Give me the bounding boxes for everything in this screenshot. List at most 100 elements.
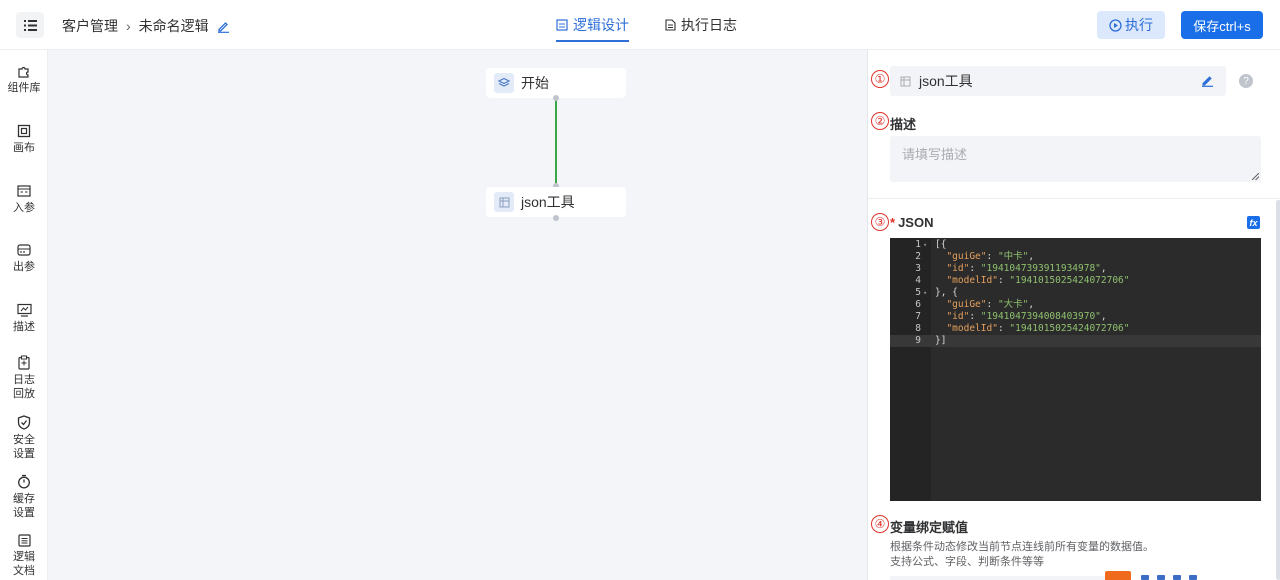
output-param-icon (17, 244, 31, 256)
json-label: * JSON (890, 215, 933, 230)
sidebar-item-description[interactable]: 描述 (0, 303, 48, 334)
fold-arrow-icon[interactable]: ▾ (923, 239, 927, 251)
run-button[interactable]: 执行 (1097, 11, 1165, 39)
sidebar-item-components[interactable]: 组件库 (0, 64, 48, 95)
panel-scrollbar[interactable] (1276, 200, 1280, 580)
binding-desc-line-1: 根据条件动态修改当前节点连线前所有变量的数据值。 (890, 541, 1154, 553)
json-key: "guiGe" (946, 299, 987, 310)
node-title-text: json工具 (919, 73, 973, 89)
clipboard-icon (18, 355, 30, 370)
chevron-right-icon: › (126, 18, 131, 34)
description-textarea[interactable]: 请填写描述 (890, 136, 1261, 182)
help-icon[interactable]: ? (1239, 74, 1253, 88)
toolbar-icon[interactable] (1173, 575, 1181, 580)
json-key: "modelId" (946, 323, 998, 334)
left-sidebar: 组件库 画布 入参 出参 描述 日志回放 安全设置 缓存设置 逻辑文档 (0, 50, 48, 580)
description-label: 描述 (890, 117, 917, 132)
floating-toolbar (1105, 571, 1205, 580)
sidebar-item-label: 出参 (13, 261, 35, 273)
start-node[interactable]: 开始 (486, 68, 626, 98)
code-text: "guiGe": "大卡", (946, 299, 1035, 310)
resize-handle-icon[interactable] (1252, 173, 1259, 180)
description-icon (16, 303, 32, 317)
line-number: 7 (915, 311, 921, 322)
node-output-port[interactable] (553, 215, 559, 221)
save-button[interactable]: 保存ctrl+s (1181, 11, 1263, 39)
json-punct: , (1100, 311, 1107, 322)
table-icon (494, 192, 514, 212)
sidebar-item-canvas[interactable]: 画布 (0, 124, 48, 155)
json-tool-node[interactable]: json工具 (486, 187, 626, 217)
json-key: "guiGe" (946, 251, 987, 262)
menu-toggle-button[interactable] (16, 12, 44, 38)
binding-input[interactable] (890, 576, 1110, 580)
sidebar-item-logic-doc[interactable]: 逻辑文档 (0, 534, 48, 578)
json-value: "大卡" (997, 299, 1029, 310)
code-line[interactable]: 6 "guiGe": "大卡", (890, 299, 1261, 311)
json-label-text: JSON (898, 215, 934, 230)
top-header: 客户管理 › 未命名逻辑 逻辑设计 执行日志 执行 保存ctrl+s (0, 0, 1280, 50)
required-mark: * (890, 215, 896, 230)
sidebar-item-output-params[interactable]: 出参 (0, 243, 48, 274)
code-line[interactable]: 9}] (890, 335, 1261, 347)
node-output-port[interactable] (553, 95, 559, 101)
sidebar-item-label: 缓存设置 (13, 493, 35, 519)
toolbar-icon[interactable] (1141, 575, 1149, 580)
breadcrumb: 客户管理 › 未命名逻辑 (62, 16, 230, 36)
sidebar-item-security[interactable]: 安全设置 (0, 415, 48, 461)
code-text: [{ (935, 239, 947, 250)
fold-arrow-icon[interactable]: ▾ (923, 287, 927, 299)
section-divider (868, 198, 1280, 199)
code-text: "modelId": "1941015025424072706" (946, 323, 1130, 334)
puzzle-icon (18, 66, 29, 78)
breadcrumb-current: 未命名逻辑 (138, 18, 209, 34)
breadcrumb-parent[interactable]: 客户管理 (62, 16, 118, 36)
line-number: 2 (915, 251, 921, 262)
json-punct: , (1100, 263, 1107, 274)
tab-execution-log[interactable]: 执行日志 (665, 0, 737, 50)
sidebar-item-input-params[interactable]: 入参 (0, 184, 48, 215)
tab-label: 执行日志 (681, 17, 737, 33)
timer-icon (18, 474, 30, 489)
canvas-icon (17, 124, 31, 138)
code-text: }] (935, 335, 947, 346)
edit-name-icon[interactable] (217, 20, 230, 33)
json-punct: , (1028, 299, 1035, 310)
code-line[interactable]: 5 ▾}, { (890, 287, 1261, 299)
node-label: 开始 (521, 75, 549, 91)
code-line[interactable]: 2 "guiGe": "中卡", (890, 251, 1261, 263)
node-title-field[interactable]: json工具 (890, 66, 1226, 96)
sidebar-item-log-replay[interactable]: 日志回放 (0, 355, 48, 401)
run-label: 执行 (1125, 17, 1153, 33)
line-number: 6 (915, 299, 921, 310)
input-param-icon (17, 185, 31, 197)
sidebar-item-label: 逻辑文档 (13, 551, 35, 577)
flow-connector[interactable] (555, 98, 557, 186)
edit-icon[interactable] (1201, 74, 1214, 87)
sidebar-item-label: 描述 (13, 321, 35, 333)
code-line[interactable]: 7 "id": "1941047394008403970", (890, 311, 1261, 323)
json-code-editor[interactable]: 1 ▾[{2 "guiGe": "中卡", 3 "id": "19410473939… (890, 238, 1261, 501)
toolbar-icon[interactable] (1189, 575, 1197, 580)
logo-icon (1105, 571, 1131, 580)
tab-logic-design[interactable]: 逻辑设计 (556, 0, 629, 50)
marker-2: ② (871, 112, 889, 130)
sidebar-item-cache[interactable]: 缓存设置 (0, 474, 48, 520)
line-number: 9 (915, 335, 921, 346)
doc-list-icon (17, 534, 31, 547)
play-circle-icon (1109, 18, 1122, 32)
toolbar-icon[interactable] (1157, 575, 1165, 580)
description-placeholder: 请填写描述 (902, 147, 968, 162)
json-value: "1941015025424072706" (1009, 323, 1130, 334)
line-number: 1 (915, 239, 921, 250)
logic-canvas[interactable]: 开始 json工具 (48, 50, 867, 580)
code-line[interactable]: 1 ▾ [{ (890, 239, 1261, 251)
code-text: "id": "1941047393911934978", (946, 263, 1107, 274)
json-key: "id" (946, 263, 970, 274)
code-line[interactable]: 3 "id": "1941047393911934978", (890, 263, 1261, 275)
line-number: 8 (915, 323, 921, 334)
formula-fx-button[interactable]: fx (1247, 216, 1260, 229)
line-number: 3 (915, 263, 921, 274)
code-line[interactable]: 8 "modelId": "1941015025424072706" (890, 323, 1261, 335)
code-line[interactable]: 4 "modelId": "1941015025424072706" (890, 275, 1261, 287)
